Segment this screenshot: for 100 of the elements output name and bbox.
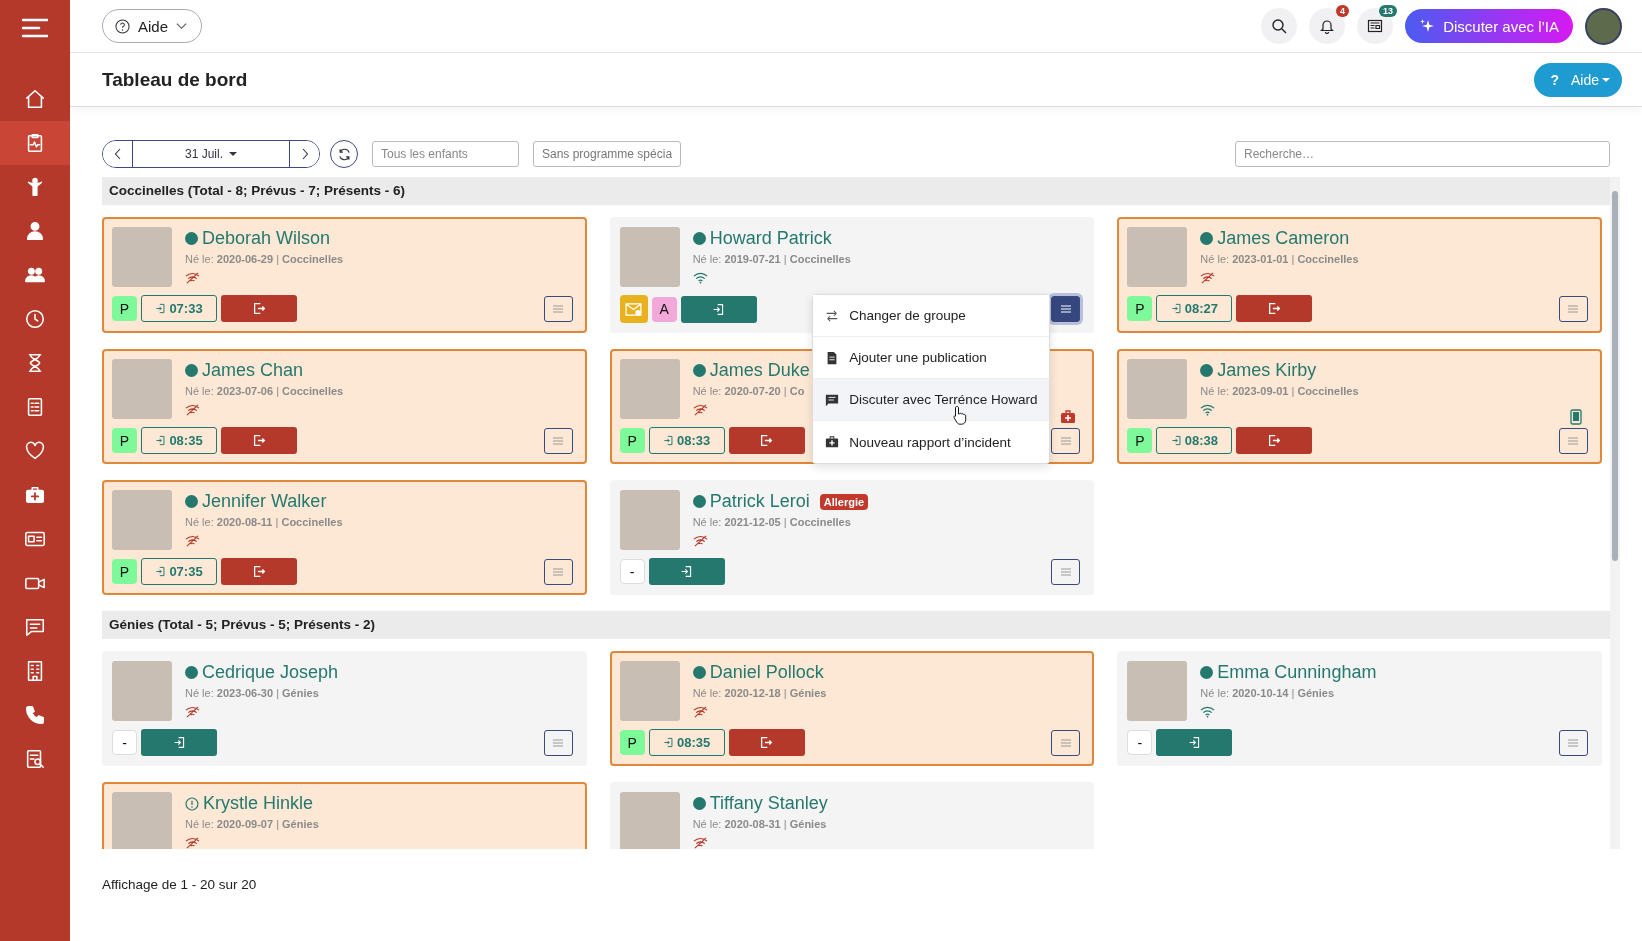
check-out-button[interactable] — [728, 427, 805, 454]
check-in-time-button[interactable]: 07:33 — [141, 295, 217, 322]
child-name[interactable]: Emma Cunningham — [1217, 662, 1377, 683]
card-menu-button[interactable] — [1051, 729, 1081, 756]
check-in-button[interactable] — [648, 558, 725, 585]
envelope-icon — [625, 302, 643, 316]
check-in-time-button[interactable]: 08:38 — [1156, 427, 1233, 454]
news-button[interactable]: 13 — [1357, 8, 1394, 44]
menu-icon — [1060, 305, 1071, 313]
check-out-button[interactable] — [221, 427, 297, 454]
help-dropdown[interactable]: Aide — [102, 9, 203, 43]
context-menu-item[interactable]: Ajouter une publication — [813, 337, 1050, 379]
check-in-time-button[interactable]: 08:35 — [648, 729, 725, 756]
user-avatar[interactable] — [1585, 7, 1622, 45]
card-menu-button[interactable] — [543, 558, 573, 585]
refresh-button[interactable] — [330, 140, 358, 168]
sign-in-icon — [155, 303, 167, 314]
menu-icon — [1060, 567, 1071, 576]
child-name[interactable]: James Kirby — [1217, 360, 1317, 381]
date-dropdown[interactable]: 31 Juil. — [132, 141, 290, 167]
photo-placeholder — [112, 490, 172, 550]
check-in-button[interactable] — [680, 295, 757, 323]
medical-kit-icon — [1060, 409, 1077, 425]
sign-in-icon — [663, 435, 675, 446]
check-in-time-button[interactable]: 08:27 — [1156, 295, 1233, 322]
sidebar-item[interactable] — [0, 121, 70, 165]
check-out-button[interactable] — [1236, 295, 1313, 322]
child-name[interactable]: Krystle Hinkle — [203, 793, 314, 814]
allergy-tag: Allergie — [819, 493, 869, 510]
chevron-left-icon — [113, 148, 122, 160]
menu-icon — [1060, 436, 1071, 445]
birth-info: Né le: 2020-12-18 | Génies — [692, 687, 827, 699]
check-in-button[interactable] — [1156, 729, 1233, 756]
card-menu-button[interactable] — [1559, 729, 1588, 756]
chevron-down-icon — [176, 22, 188, 30]
menu-icon — [553, 436, 564, 445]
scrollbar[interactable] — [1610, 177, 1620, 849]
card-menu-button[interactable] — [1051, 427, 1081, 454]
check-out-button[interactable] — [221, 558, 297, 585]
child-name[interactable]: Howard Patrick — [709, 228, 832, 249]
notification-count: 4 — [1336, 5, 1350, 17]
child-name[interactable]: Patrick Leroi — [709, 491, 810, 512]
report-icon — [24, 748, 46, 770]
help-icon — [115, 18, 130, 34]
card-menu-button[interactable] — [1051, 296, 1081, 322]
menu-icon — [1568, 436, 1579, 445]
check-in-time-button[interactable]: 08:35 — [141, 427, 217, 454]
child-name[interactable]: Cedrique Joseph — [202, 662, 339, 683]
card-menu-button[interactable] — [543, 295, 573, 322]
birth-info: Né le: 2020-07-20 | Co — [692, 385, 806, 397]
ai-chat-button[interactable]: Discuter avec l’IA — [1405, 9, 1573, 43]
clock-icon — [24, 308, 46, 330]
child-name[interactable]: James Duke — [709, 360, 810, 381]
menu-icon — [553, 567, 564, 576]
photo-placeholder — [619, 661, 680, 721]
medical-icon — [24, 484, 46, 506]
birth-info: Né le: 2020-09-07 | Génies — [185, 818, 319, 830]
help-button[interactable]: ? Aide — [1534, 62, 1622, 97]
context-menu-item[interactable]: Discuter avec Terrénce Howard — [813, 379, 1050, 421]
check-out-button[interactable] — [728, 729, 805, 756]
card-menu-button[interactable] — [1559, 295, 1588, 322]
check-in-button[interactable] — [141, 729, 217, 756]
presence-badge: P — [112, 559, 137, 584]
child-name[interactable]: Daniel Pollock — [709, 662, 824, 683]
birth-info: Né le: 2023-01-01 | Coccinelles — [1200, 253, 1359, 265]
birth-info: Né le: 2023-09-01 | Coccinelles — [1200, 385, 1359, 397]
card-menu-button[interactable] — [543, 729, 573, 756]
photo-placeholder — [1127, 359, 1188, 419]
caret-icon — [229, 152, 237, 156]
presence-badge: - — [619, 559, 645, 584]
child-name[interactable]: Tiffany Stanley — [709, 793, 828, 814]
notifications-button[interactable]: 4 — [1309, 8, 1346, 44]
birth-info: Né le: 2019-07-21 | Coccinelles — [692, 253, 851, 265]
sign-in-icon — [680, 565, 694, 578]
sign-in-icon — [155, 566, 167, 577]
search-field[interactable]: Recherche… — [1235, 141, 1610, 167]
check-in-time-button[interactable]: 07:35 — [141, 558, 217, 585]
check-in-time-button[interactable]: 08:33 — [648, 427, 725, 454]
child-name[interactable]: James Chan — [202, 360, 304, 381]
program-filter-dropdown[interactable]: Sans programme spécia — [533, 141, 682, 167]
newspaper-icon — [1367, 18, 1384, 34]
menu-icon — [553, 738, 564, 747]
card-menu-button[interactable] — [543, 427, 573, 454]
child-name[interactable]: James Cameron — [1217, 228, 1350, 249]
sign-out-icon — [760, 736, 774, 749]
presence-badge: - — [112, 730, 137, 755]
child-name[interactable]: Jennifer Walker — [202, 491, 327, 512]
chevron-right-icon — [300, 148, 309, 160]
check-out-button[interactable] — [221, 295, 297, 322]
search-button[interactable] — [1261, 8, 1298, 44]
check-out-button[interactable] — [1236, 427, 1313, 454]
photo-placeholder — [619, 227, 680, 287]
presence-badge: - — [1127, 730, 1153, 755]
sign-out-icon — [252, 565, 266, 578]
card-menu-button[interactable] — [1051, 558, 1081, 585]
child-name[interactable]: Deborah Wilson — [202, 228, 331, 249]
context-menu-item[interactable]: Nouveau rapport d’incident — [813, 421, 1050, 463]
card-menu-button[interactable] — [1559, 427, 1588, 454]
children-filter-field[interactable]: Tous les enfants — [372, 141, 519, 167]
context-menu-item[interactable]: Changer de groupe — [813, 295, 1050, 337]
